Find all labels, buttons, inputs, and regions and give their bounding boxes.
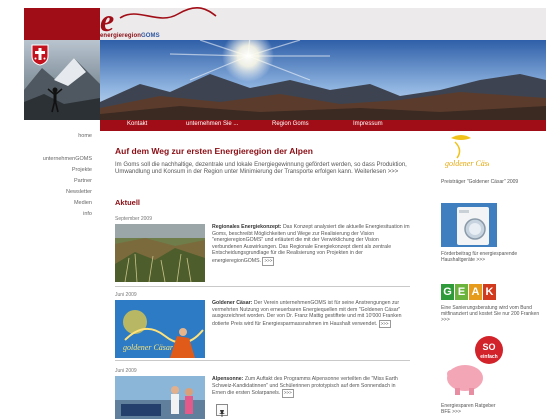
washing-machine-image[interactable] (441, 203, 497, 247)
intro-text: Im Goms soll die nachhaltige, dezentrale… (115, 162, 407, 176)
news-date: Juni 2009 (115, 292, 137, 298)
news-more-button[interactable]: >>> (281, 389, 294, 398)
coat-of-arms-icon (31, 44, 49, 66)
news-image-caesar[interactable]: goldener Cäsar (115, 300, 205, 358)
divider (115, 286, 410, 287)
pin-icon (219, 410, 225, 417)
news-more-button[interactable]: >>> (378, 319, 391, 329)
sidebar-item-unternehmengoms[interactable]: unternehmenGOMS (43, 156, 92, 162)
nav-impressum[interactable]: Impressum (353, 121, 383, 127)
nav-unternehmen[interactable]: unternehmen Sie ... (186, 121, 238, 127)
page-title: Auf dem Weg zur ersten Energieregion der… (115, 146, 313, 156)
news-date: Juni 2009 (115, 368, 137, 374)
sidebar-item-partner[interactable]: Partner (74, 178, 92, 184)
news-image-alpensonne[interactable] (115, 376, 205, 419)
section-title-aktuell: Aktuell (115, 198, 141, 207)
goldener-caesar-logo[interactable]: goldener Cäsar (441, 130, 489, 170)
right-caption-haushalt: Förderbeitrag für energiesparende Hausha… (441, 251, 518, 263)
right-caption-ratgeber: Energiesparen Ratgeber BFE >>> (441, 403, 496, 415)
sidebar-item-newsletter[interactable]: Newsletter (66, 189, 92, 195)
nav-region-goms[interactable]: Region Goms (272, 121, 309, 127)
nav-spacer (24, 120, 100, 131)
svg-text:einfach: einfach (480, 354, 498, 360)
svg-text:goldener Cäsar: goldener Cäsar (445, 159, 489, 168)
news-date: September 2009 (115, 216, 152, 222)
sidebar-item-medien[interactable]: Medien (74, 200, 92, 206)
news-text: Alpensonne: Zum Auftakt des Programms Al… (212, 376, 398, 398)
right-caption-sanierung: Eine Sanierungsberatung wird vom Bund mi… (441, 305, 540, 323)
sidebar-item-home[interactable]: home (78, 133, 92, 139)
share-button[interactable] (216, 404, 228, 417)
divider (115, 360, 410, 361)
news-image-grass[interactable] (115, 224, 205, 282)
logo-e-icon: e (100, 4, 217, 36)
svg-text:goldener Cäsar: goldener Cäsar (123, 343, 174, 352)
nav-kontakt[interactable]: Kontakt (127, 121, 147, 127)
news-text: Goldener Cäsar: Der Verein unternehmenGO… (212, 300, 402, 329)
so-einfach-image[interactable]: SO einfach (441, 334, 505, 398)
geak-logo[interactable]: G E A K (441, 284, 497, 302)
news-text: Regionales Energiekonzept: Das Konzept a… (212, 224, 410, 266)
alpine-panorama (100, 40, 546, 120)
svg-text:SO: SO (482, 342, 495, 352)
right-more-link[interactable]: >>> (476, 257, 485, 263)
news-more-button[interactable]: >>> (262, 256, 275, 266)
intro-more-link[interactable]: >>> (388, 169, 399, 175)
right-more-link[interactable]: >>> (452, 409, 461, 415)
sidebar-item-projekte[interactable]: Projekte (72, 167, 92, 173)
header-red-block (24, 8, 100, 40)
site-logo[interactable]: e energieregionGOMS (98, 4, 218, 44)
sidebar-item-info[interactable]: info (83, 211, 92, 217)
right-more-link[interactable]: >>> (441, 317, 450, 323)
logo-text: energieregionGOMS (100, 33, 160, 39)
svg-text:e: e (100, 4, 114, 36)
right-caption-caesar: Preisträger "Goldener Cäsar" 2009 (441, 179, 519, 185)
